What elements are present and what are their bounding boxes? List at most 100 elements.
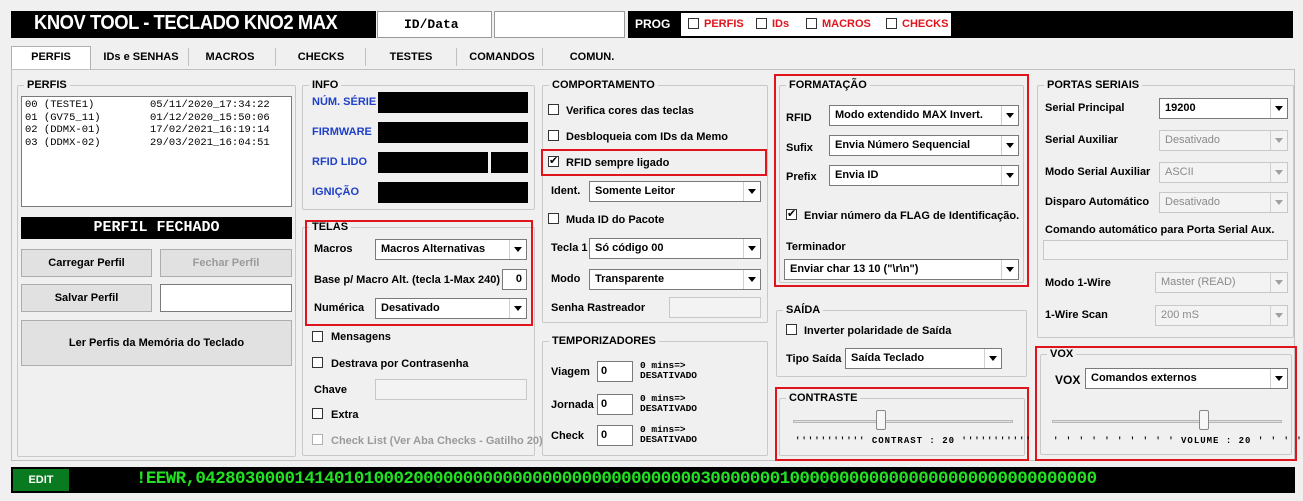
saida-title: SAÍDA [783, 304, 824, 316]
checkbox-verifica[interactable] [548, 104, 559, 115]
checkbox-ids[interactable] [756, 18, 767, 29]
checkbox-destrava[interactable] [312, 357, 323, 368]
tecla1-label: Tecla 1 [551, 242, 588, 254]
vox-select[interactable]: Comandos externos [1085, 368, 1288, 389]
contrast-slider-track[interactable] [793, 420, 1013, 423]
tab-perfis[interactable]: PERFIS [11, 46, 91, 70]
tab-comun[interactable]: COMUN. [552, 47, 632, 69]
checkbox-perfis[interactable] [688, 18, 699, 29]
check-input[interactable]: 0 [597, 425, 633, 446]
scan-label: 1-Wire Scan [1045, 309, 1108, 321]
checkbox-checks[interactable] [886, 18, 897, 29]
chevron-down-icon [1001, 260, 1018, 279]
tab-separator [542, 48, 543, 66]
base-macro-input[interactable]: 0 [502, 269, 527, 290]
checkbox-macros[interactable] [806, 18, 817, 29]
chevron-down-icon [743, 270, 760, 289]
jornada-input[interactable]: 0 [597, 394, 633, 415]
modo-serial-aux-select[interactable]: ASCII [1159, 162, 1288, 183]
contraste-title: CONTRASTE [786, 392, 861, 404]
checkbox-checklist[interactable] [312, 434, 323, 445]
checkbox-mensagens[interactable] [312, 331, 323, 342]
prog-checks-label: CHECKS [902, 18, 949, 30]
ignition-value [378, 182, 528, 203]
desbloqueia-label: Desbloqueia com IDs da Memo [566, 131, 728, 143]
perfis-list[interactable]: 00 (TESTE1) 05/11/2020_17:34:22 01 (GV75_… [21, 96, 292, 207]
macros-select[interactable]: Macros Alternativas [375, 239, 527, 260]
checkbox-extra[interactable] [312, 408, 323, 419]
tab-checks[interactable]: CHECKS [285, 47, 357, 69]
checkbox-rfid-sempre[interactable] [548, 154, 559, 167]
tecla1-select[interactable]: Só código 00 [589, 238, 761, 259]
app-title: KNOV TOOL - TECLADO KNO2 MAX [34, 12, 338, 34]
tab-testes[interactable]: TESTES [375, 47, 447, 69]
chevron-down-icon [1270, 131, 1287, 150]
inverter-label: Inverter polaridade de Saída [804, 325, 952, 337]
chave-input[interactable] [375, 379, 527, 400]
checkbox-enviar-flag[interactable] [786, 207, 797, 220]
tipo-saida-select[interactable]: Saída Teclado [845, 348, 1002, 369]
volume-slider-track[interactable] [1052, 420, 1282, 423]
tab-separator [188, 48, 189, 66]
sufix-select[interactable]: Envia Número Sequencial [829, 135, 1019, 156]
volume-slider-thumb[interactable] [1199, 410, 1209, 430]
disparo-select[interactable]: Desativado [1159, 192, 1288, 213]
list-item[interactable]: 01 (GV75_11) 01/12/2020_15:50:06 [25, 112, 288, 125]
save-profile-button[interactable]: Salvar Perfil [21, 284, 152, 312]
serial-label: NÚM. SÉRIE [312, 96, 377, 108]
load-profile-button[interactable]: Carregar Perfil [21, 249, 152, 277]
checkbox-inverter[interactable] [786, 324, 797, 335]
senha-rastreador-label: Senha Rastreador [551, 302, 646, 314]
sufix-label: Sufix [786, 142, 813, 154]
chevron-down-icon [743, 239, 760, 258]
tab-separator [365, 48, 366, 66]
check-note: 0 mins=> DESATIVADO [640, 424, 698, 445]
chevron-down-icon [1270, 273, 1287, 292]
volume-ticks-right: ' ' ' ' ' ' ' ' [1257, 436, 1303, 446]
destrava-label: Destrava por Contrasenha [331, 358, 469, 370]
comando-auto-input[interactable] [1043, 240, 1288, 260]
chevron-down-icon [509, 299, 526, 318]
senha-rastreador-input[interactable] [669, 297, 761, 318]
fmt-rfid-select[interactable]: Modo extendido MAX Invert. [829, 105, 1019, 126]
serial-aux-select[interactable]: Desativado [1159, 130, 1288, 151]
command-line[interactable]: !EEWR,0428030000141401010002000000000000… [136, 469, 1286, 489]
profile-name-field[interactable] [160, 284, 292, 312]
terminador-select[interactable]: Enviar char 13 10 ("\r\n") [784, 259, 1019, 280]
vox-title: VOX [1047, 348, 1077, 360]
ident-select[interactable]: Somente Leitor [589, 181, 761, 202]
serial-principal-select[interactable]: 19200 [1159, 98, 1288, 119]
modo-select[interactable]: Transparente [589, 269, 761, 290]
modo-serial-aux-label: Modo Serial Auxiliar [1045, 166, 1151, 178]
scan-select[interactable]: 200 mS [1155, 305, 1288, 326]
tab-ids-senhas[interactable]: IDs e SENHAS [96, 47, 186, 69]
checkbox-muda-id[interactable] [548, 213, 559, 224]
list-item[interactable]: 03 (DDMX-02) 29/03/2021_16:04:51 [25, 137, 288, 150]
viagem-input[interactable]: 0 [597, 361, 633, 382]
list-item[interactable]: 02 (DDMX-01) 17/02/2021_16:19:14 [25, 124, 288, 137]
chevron-down-icon [1270, 163, 1287, 182]
modo-1wire-select[interactable]: Master (READ) [1155, 272, 1288, 293]
checkbox-desbloqueia[interactable] [548, 130, 559, 141]
rfid-sempre-label: RFID sempre ligado [566, 157, 670, 169]
tab-macros[interactable]: MACROS [192, 47, 268, 69]
id-data-value[interactable] [494, 11, 625, 38]
list-item[interactable]: 00 (TESTE1) 05/11/2020_17:34:22 [25, 99, 288, 112]
close-profile-button[interactable]: Fechar Perfil [160, 249, 292, 277]
tab-comandos[interactable]: COMANDOS [465, 47, 539, 69]
modo-label: Modo [551, 273, 581, 285]
numerica-select[interactable]: Desativado [375, 298, 527, 319]
tab-separator [456, 48, 457, 66]
jornada-note: 0 mins=> DESATIVADO [640, 393, 698, 414]
read-profiles-button[interactable]: Ler Perfis da Memória do Teclado [21, 320, 292, 366]
prog-button[interactable]: PROG [632, 14, 674, 34]
mode-badge[interactable]: EDIT [13, 469, 69, 491]
tipo-saida-label: Tipo Saída [786, 353, 842, 365]
chave-label: Chave [314, 384, 348, 396]
contrast-label: CONTRAST : 20 [871, 436, 956, 446]
extra-label: Extra [331, 409, 359, 421]
volume-ticks-left: ' ' ' ' ' ' ' ' ' ' [1053, 436, 1182, 446]
contrast-slider-thumb[interactable] [876, 410, 886, 430]
chevron-down-icon [1270, 99, 1287, 118]
prefix-select[interactable]: Envia ID [829, 165, 1019, 186]
